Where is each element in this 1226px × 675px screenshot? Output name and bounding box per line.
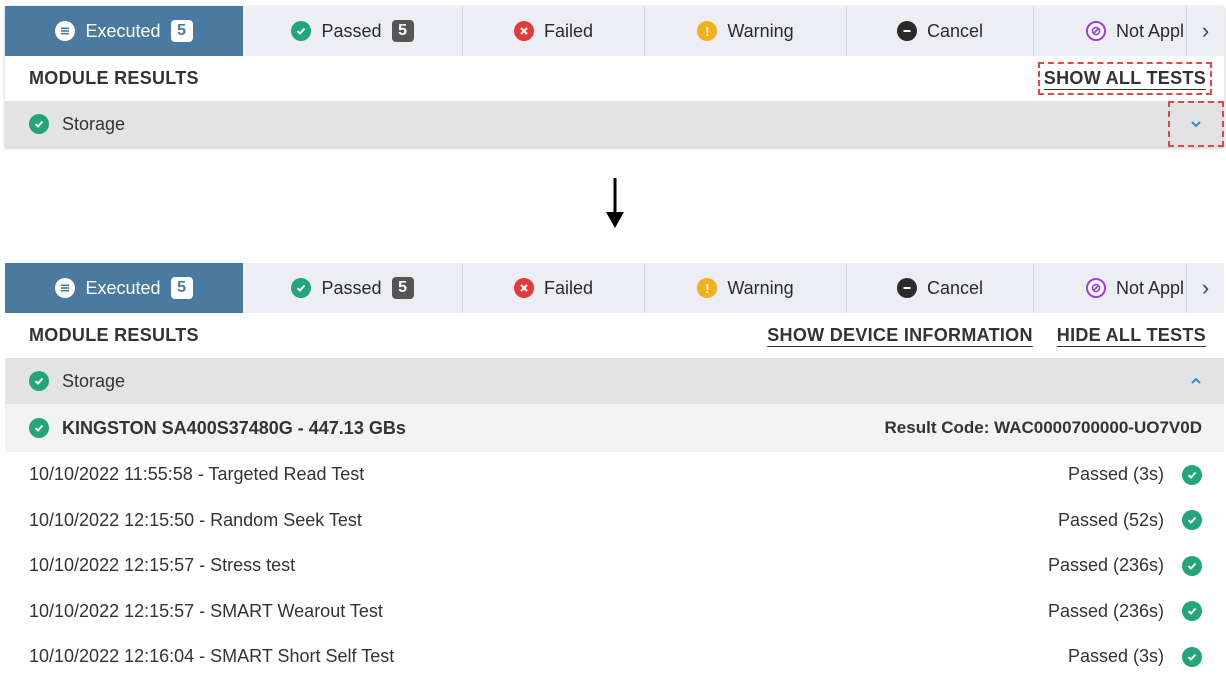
chevron-right-icon: › — [1201, 18, 1210, 43]
minus-circle-icon — [896, 21, 917, 41]
test-status: Passed (3s) — [1067, 464, 1164, 485]
check-circle-icon — [1182, 555, 1202, 576]
results-panel-before: Executed 5 Passed 5 Failed ! Warning Can… — [5, 6, 1224, 147]
test-name: 10/10/2022 11:55:58 - Targeted Read Test — [29, 464, 365, 485]
check-circle-icon — [1182, 646, 1202, 667]
test-status-group: Passed (52s) — [1058, 510, 1202, 531]
status-tab-bar: Executed 5 Passed 5 Failed ! Warning Can… — [5, 6, 1224, 56]
tab-label: Cancel — [926, 20, 984, 41]
module-results-header: MODULE RESULTS SHOW DEVICE INFORMATION H… — [5, 313, 1224, 358]
tab-not-applicable[interactable]: Not Appl — [1034, 263, 1186, 313]
test-status: Passed (52s) — [1057, 509, 1164, 530]
minus-circle-icon — [896, 278, 917, 298]
count-badge: 5 — [391, 20, 414, 42]
tab-label: Failed — [543, 20, 594, 41]
show-all-tests-link[interactable]: SHOW ALL TESTS — [1037, 62, 1213, 95]
tab-label: Not Appl — [1116, 20, 1185, 41]
test-status: Passed (236s) — [1047, 555, 1164, 576]
x-circle-icon — [513, 278, 534, 298]
module-name-group: Storage — [29, 114, 125, 135]
module-name: Storage — [62, 370, 126, 391]
check-circle-icon — [291, 278, 312, 298]
status-tab-bar: Executed 5 Passed 5 Failed ! Warning Can… — [5, 263, 1224, 313]
tab-scroll-next-button[interactable]: › — [1186, 6, 1224, 56]
tab-label: Not Appl — [1116, 277, 1185, 298]
check-circle-icon — [1182, 464, 1202, 485]
tab-not-applicable[interactable]: Not Appl — [1034, 6, 1186, 56]
module-results-header: MODULE RESULTS SHOW ALL TESTS — [5, 56, 1224, 101]
slash-circle-icon — [1086, 21, 1106, 41]
show-device-information-link[interactable]: SHOW DEVICE INFORMATION — [767, 325, 1033, 346]
device-name-group: KINGSTON SA400S37480G - 447.13 GBs — [29, 418, 406, 439]
tab-label: Warning — [727, 20, 794, 41]
test-name: 10/10/2022 12:15:50 - Random Seek Test — [29, 509, 362, 530]
test-row: 10/10/2022 12:15:57 - SMART Wearout Test… — [5, 588, 1224, 634]
count-badge: 5 — [170, 20, 193, 42]
check-circle-icon — [29, 114, 49, 134]
count-badge: 5 — [391, 277, 414, 299]
test-row: 10/10/2022 12:15:50 - Random Seek Test P… — [5, 497, 1224, 543]
tab-label: Failed — [543, 277, 594, 298]
hide-all-tests-link[interactable]: HIDE ALL TESTS — [1057, 325, 1206, 346]
module-row-storage[interactable]: Storage — [5, 358, 1224, 404]
tab-failed[interactable]: Failed — [463, 263, 645, 313]
module-results-title: MODULE RESULTS — [29, 325, 199, 345]
tab-cancel[interactable]: Cancel — [847, 6, 1034, 56]
test-status-group: Passed (3s) — [1068, 464, 1202, 485]
check-circle-icon — [291, 21, 312, 41]
result-code: Result Code: WAC0000700000-UO7V0D — [884, 418, 1202, 437]
down-arrow-icon — [606, 178, 624, 228]
tab-label: Executed — [85, 277, 161, 298]
module-row-storage[interactable]: Storage — [5, 101, 1224, 147]
test-status-group: Passed (236s) — [1048, 601, 1202, 622]
test-name: 10/10/2022 12:15:57 - Stress test — [29, 555, 296, 576]
test-row: 10/10/2022 12:16:04 - SMART Short Self T… — [5, 634, 1224, 675]
test-status-group: Passed (236s) — [1048, 555, 1202, 576]
check-circle-icon — [1182, 601, 1202, 622]
test-status: Passed (3s) — [1067, 646, 1164, 667]
expand-chevron-down-icon[interactable] — [1168, 101, 1224, 147]
tab-failed[interactable]: Failed — [463, 6, 645, 56]
exclamation-circle-icon: ! — [697, 278, 718, 298]
x-circle-icon — [513, 21, 534, 41]
tab-label: Passed — [321, 20, 382, 41]
tab-passed[interactable]: Passed 5 — [243, 263, 463, 313]
tab-label: Warning — [727, 277, 794, 298]
header-links: SHOW ALL TESTS — [1037, 62, 1213, 95]
list-circle-icon — [55, 278, 76, 298]
chevron-right-icon: › — [1201, 275, 1210, 300]
slash-circle-icon — [1086, 278, 1106, 298]
test-name: 10/10/2022 12:15:57 - SMART Wearout Test — [29, 600, 383, 621]
device-name: KINGSTON SA400S37480G - 447.13 GBs — [62, 417, 406, 438]
header-links: SHOW DEVICE INFORMATION HIDE ALL TESTS — [767, 325, 1206, 346]
module-name-group: Storage — [29, 371, 125, 392]
list-circle-icon — [55, 21, 76, 41]
tab-warning[interactable]: ! Warning — [645, 6, 847, 56]
exclamation-circle-icon: ! — [697, 21, 718, 41]
collapse-chevron-up-icon[interactable] — [1174, 364, 1218, 398]
test-row: 10/10/2022 11:55:58 - Targeted Read Test… — [5, 452, 1224, 498]
check-circle-icon — [29, 371, 49, 391]
count-badge: 5 — [170, 277, 193, 299]
check-circle-icon — [1182, 510, 1202, 531]
tab-label: Passed — [321, 277, 382, 298]
check-circle-icon — [29, 418, 49, 438]
test-status: Passed (236s) — [1047, 600, 1164, 621]
tab-executed[interactable]: Executed 5 — [5, 263, 243, 313]
device-row: KINGSTON SA400S37480G - 447.13 GBs Resul… — [5, 404, 1224, 452]
tab-label: Executed — [85, 20, 161, 41]
module-name: Storage — [62, 113, 126, 134]
tab-label: Cancel — [926, 277, 984, 298]
module-results-title: MODULE RESULTS — [29, 68, 199, 88]
tab-cancel[interactable]: Cancel — [847, 263, 1034, 313]
tab-passed[interactable]: Passed 5 — [243, 6, 463, 56]
tab-executed[interactable]: Executed 5 — [5, 6, 243, 56]
test-name: 10/10/2022 12:16:04 - SMART Short Self T… — [29, 646, 395, 667]
test-row: 10/10/2022 12:15:57 - Stress test Passed… — [5, 543, 1224, 589]
tab-warning[interactable]: ! Warning — [645, 263, 847, 313]
tab-scroll-next-button[interactable]: › — [1186, 263, 1224, 313]
test-status-group: Passed (3s) — [1068, 646, 1202, 667]
results-panel-after: Executed 5 Passed 5 Failed ! Warning Can… — [5, 263, 1224, 675]
